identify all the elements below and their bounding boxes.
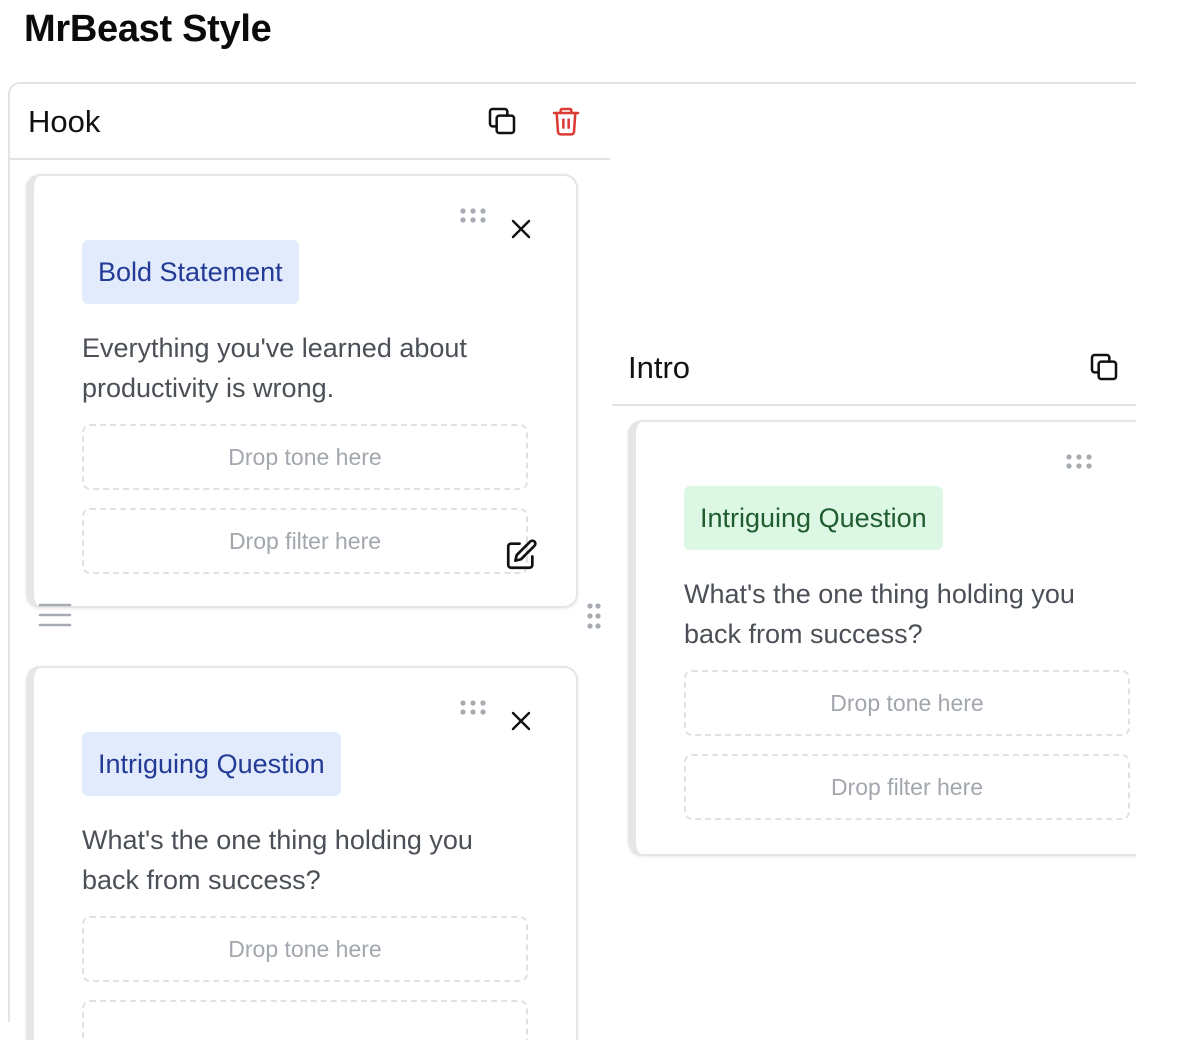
- delete-section-button[interactable]: [548, 103, 584, 139]
- close-icon[interactable]: [506, 214, 536, 244]
- section-intro: Intro Intriguing Question What's the one…: [612, 330, 1136, 890]
- duplicate-section-button[interactable]: [1086, 349, 1122, 385]
- section-title: Intro: [628, 350, 691, 385]
- close-icon[interactable]: [506, 706, 536, 736]
- prompt-type-badge: Bold Statement: [82, 240, 299, 304]
- column-resize-handle-icon[interactable]: [586, 602, 602, 630]
- filter-dropzone[interactable]: Drop filter here: [684, 754, 1130, 820]
- prompt-type-badge: Intriguing Question: [82, 732, 341, 796]
- section-header: Intro: [612, 330, 1136, 406]
- trash-icon: [552, 107, 580, 136]
- prompt-type-badge: Intriguing Question: [684, 486, 943, 550]
- duplicate-section-button[interactable]: [484, 103, 520, 139]
- drag-handle-icon[interactable]: [458, 698, 488, 718]
- copy-icon: [488, 107, 516, 135]
- card-text: What's the one thing holding you back fr…: [684, 579, 1075, 649]
- hook-card-intriguing-question[interactable]: Intriguing Question What's the one thing…: [26, 666, 578, 1040]
- hook-card-bold-statement[interactable]: Bold Statement Everything you've learned…: [26, 174, 578, 608]
- card-text: What's the one thing holding you back fr…: [82, 825, 473, 895]
- drag-handle-icon[interactable]: [1064, 452, 1094, 472]
- filter-dropzone[interactable]: [82, 1000, 528, 1040]
- filter-dropzone[interactable]: Drop filter here: [82, 508, 528, 574]
- page-title: MrBeast Style: [24, 8, 272, 50]
- copy-icon: [1090, 353, 1118, 381]
- edit-icon[interactable]: [504, 538, 538, 572]
- section-header: Hook: [10, 84, 610, 160]
- tone-dropzone[interactable]: Drop tone here: [684, 670, 1130, 736]
- tone-dropzone[interactable]: Drop tone here: [82, 424, 528, 490]
- intro-card-intriguing-question[interactable]: Intriguing Question What's the one thing…: [628, 420, 1136, 856]
- section-title: Hook: [28, 104, 101, 139]
- drag-handle-icon[interactable]: [458, 206, 488, 226]
- tone-dropzone[interactable]: Drop tone here: [82, 916, 528, 982]
- reorder-handle-icon[interactable]: [38, 598, 72, 632]
- section-hook: Hook Bold Statement Everything you've le…: [10, 84, 610, 1040]
- card-text: Everything you've learned about producti…: [82, 333, 467, 403]
